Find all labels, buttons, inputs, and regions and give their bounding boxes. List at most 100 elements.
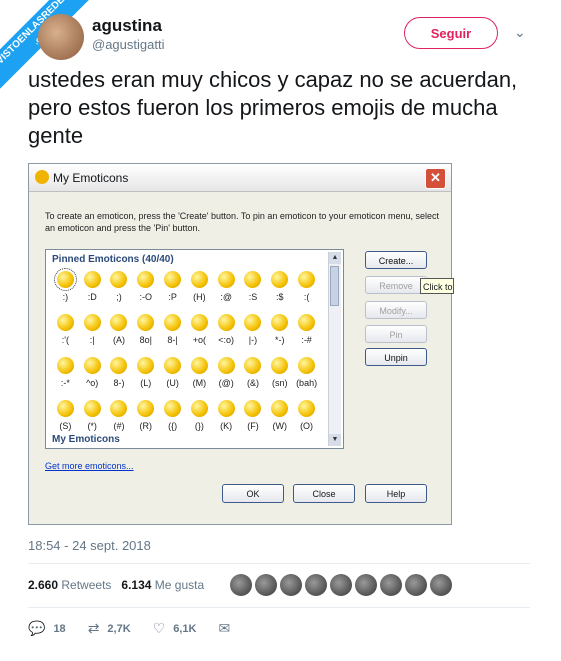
retweets-count[interactable]: 2.660 [28, 578, 58, 592]
emoticon-cell[interactable] [106, 397, 133, 421]
emoticon-shortcut[interactable]: +o( [186, 335, 213, 354]
emoticon-shortcut[interactable]: <:o) [213, 335, 240, 354]
retweet-button[interactable]: ⇄ 2,7K [88, 620, 131, 637]
pin-button[interactable]: Pin [365, 325, 427, 343]
emoticon-cell[interactable] [52, 397, 79, 421]
emoticon-shortcut[interactable]: 8o| [132, 335, 159, 354]
emoticon-cell[interactable] [266, 354, 293, 378]
emoticon-shortcut[interactable]: ({) [159, 421, 186, 440]
emoticon-cell[interactable] [186, 268, 213, 292]
emoticon-shortcut[interactable]: (H) [186, 292, 213, 311]
emoticon-shortcut[interactable]: :( [293, 292, 320, 311]
emoticon-cell[interactable] [266, 397, 293, 421]
user-name[interactable]: agustina [92, 16, 162, 36]
emoticon-shortcut[interactable]: ^o) [79, 378, 106, 397]
liker-avatar[interactable] [230, 574, 252, 596]
liker-avatar[interactable] [305, 574, 327, 596]
emoticon-cell[interactable] [52, 311, 79, 335]
emoticon-cell[interactable] [293, 311, 320, 335]
emoticon-shortcut[interactable]: (W) [266, 421, 293, 440]
likes-label[interactable]: Me gusta [155, 578, 204, 592]
emoticon-cell[interactable] [293, 397, 320, 421]
emoticon-cell[interactable] [213, 311, 240, 335]
emoticon-shortcut[interactable]: :$ [266, 292, 293, 311]
reply-button[interactable]: 💬 18 [28, 620, 66, 637]
timestamp[interactable]: 18:54 - 24 sept. 2018 [28, 538, 151, 553]
emoticon-shortcut[interactable]: 8-) [106, 378, 133, 397]
emoticon-shortcut[interactable]: :) [52, 292, 79, 311]
emoticon-cell[interactable] [106, 268, 133, 292]
emoticon-shortcut[interactable]: (sn) [266, 378, 293, 397]
scroll-down-icon[interactable]: ▼ [329, 434, 341, 446]
unpin-button[interactable]: Unpin [365, 348, 427, 366]
create-button[interactable]: Create... [365, 251, 427, 269]
like-button[interactable]: ♡ 6,1K [153, 620, 197, 637]
emoticon-cell[interactable] [79, 397, 106, 421]
remove-button[interactable]: Remove [365, 276, 427, 294]
liker-avatar[interactable] [280, 574, 302, 596]
close-button[interactable]: Close [293, 484, 355, 503]
emoticon-shortcut[interactable]: (A) [106, 335, 133, 354]
emoticon-shortcut[interactable]: :-* [52, 378, 79, 397]
emoticon-cell[interactable] [159, 354, 186, 378]
emoticon-shortcut[interactable]: (bah) [293, 378, 320, 397]
likes-count[interactable]: 6.134 [121, 578, 151, 592]
emoticon-cell[interactable] [79, 311, 106, 335]
emoticon-cell[interactable] [213, 354, 240, 378]
modify-button[interactable]: Modify... [365, 301, 427, 319]
get-more-link[interactable]: Get more emoticons... [45, 461, 134, 471]
emoticon-shortcut[interactable]: (&) [240, 378, 267, 397]
user-handle[interactable]: @agustigatti [92, 37, 164, 52]
emoticon-cell[interactable] [240, 311, 267, 335]
emoticon-shortcut[interactable]: (U) [159, 378, 186, 397]
liker-avatar[interactable] [430, 574, 452, 596]
emoticon-shortcut[interactable]: :P [159, 292, 186, 311]
window-close-button[interactable]: ✕ [425, 168, 446, 189]
emoticon-cell[interactable] [240, 268, 267, 292]
liker-avatar[interactable] [355, 574, 377, 596]
emoticon-cell[interactable] [132, 268, 159, 292]
emoticon-cell[interactable] [159, 268, 186, 292]
emoticon-cell[interactable] [293, 354, 320, 378]
liker-avatar[interactable] [255, 574, 277, 596]
emoticon-cell[interactable] [266, 311, 293, 335]
emoticon-shortcut[interactable]: (R) [132, 421, 159, 440]
emoticon-shortcut[interactable]: :D [79, 292, 106, 311]
dm-button[interactable]: ✉ [218, 620, 238, 637]
emoticon-list[interactable]: Pinned Emoticons (40/40) :):D;):-O:P (H):… [45, 249, 344, 449]
retweets-label[interactable]: Retweets [61, 578, 111, 592]
emoticon-shortcut[interactable]: :S [240, 292, 267, 311]
emoticon-shortcut[interactable]: (L) [132, 378, 159, 397]
emoticon-cell[interactable] [106, 354, 133, 378]
emoticon-cell[interactable] [186, 354, 213, 378]
chevron-down-icon[interactable]: ⌄ [514, 24, 526, 41]
avatar[interactable] [38, 14, 84, 60]
emoticon-shortcut[interactable]: (@) [213, 378, 240, 397]
emoticon-shortcut[interactable]: :-O [132, 292, 159, 311]
emoticon-cell[interactable] [132, 311, 159, 335]
liker-avatar[interactable] [330, 574, 352, 596]
emoticon-cell[interactable] [132, 354, 159, 378]
emoticon-cell[interactable] [293, 268, 320, 292]
liker-avatar[interactable] [405, 574, 427, 596]
emoticon-cell[interactable] [186, 397, 213, 421]
emoticon-shortcut[interactable]: (K) [213, 421, 240, 440]
follow-button[interactable]: Seguir [404, 17, 498, 49]
emoticon-shortcut[interactable]: (}) [186, 421, 213, 440]
emoticon-shortcut[interactable]: |-) [240, 335, 267, 354]
emoticon-cell[interactable] [52, 354, 79, 378]
emoticon-shortcut[interactable]: (M) [186, 378, 213, 397]
emoticon-cell[interactable] [79, 354, 106, 378]
emoticon-shortcut[interactable]: (O) [293, 421, 320, 440]
emoticon-cell[interactable] [240, 397, 267, 421]
emoticon-cell[interactable] [186, 311, 213, 335]
emoticon-cell[interactable] [132, 397, 159, 421]
emoticon-cell[interactable] [213, 268, 240, 292]
emoticon-shortcut[interactable]: :| [79, 335, 106, 354]
help-button[interactable]: Help [365, 484, 427, 503]
emoticon-cell[interactable] [213, 397, 240, 421]
emoticon-shortcut[interactable]: 8-| [159, 335, 186, 354]
emoticon-cell[interactable] [240, 354, 267, 378]
emoticon-shortcut[interactable]: :'( [52, 335, 79, 354]
liker-avatar[interactable] [380, 574, 402, 596]
